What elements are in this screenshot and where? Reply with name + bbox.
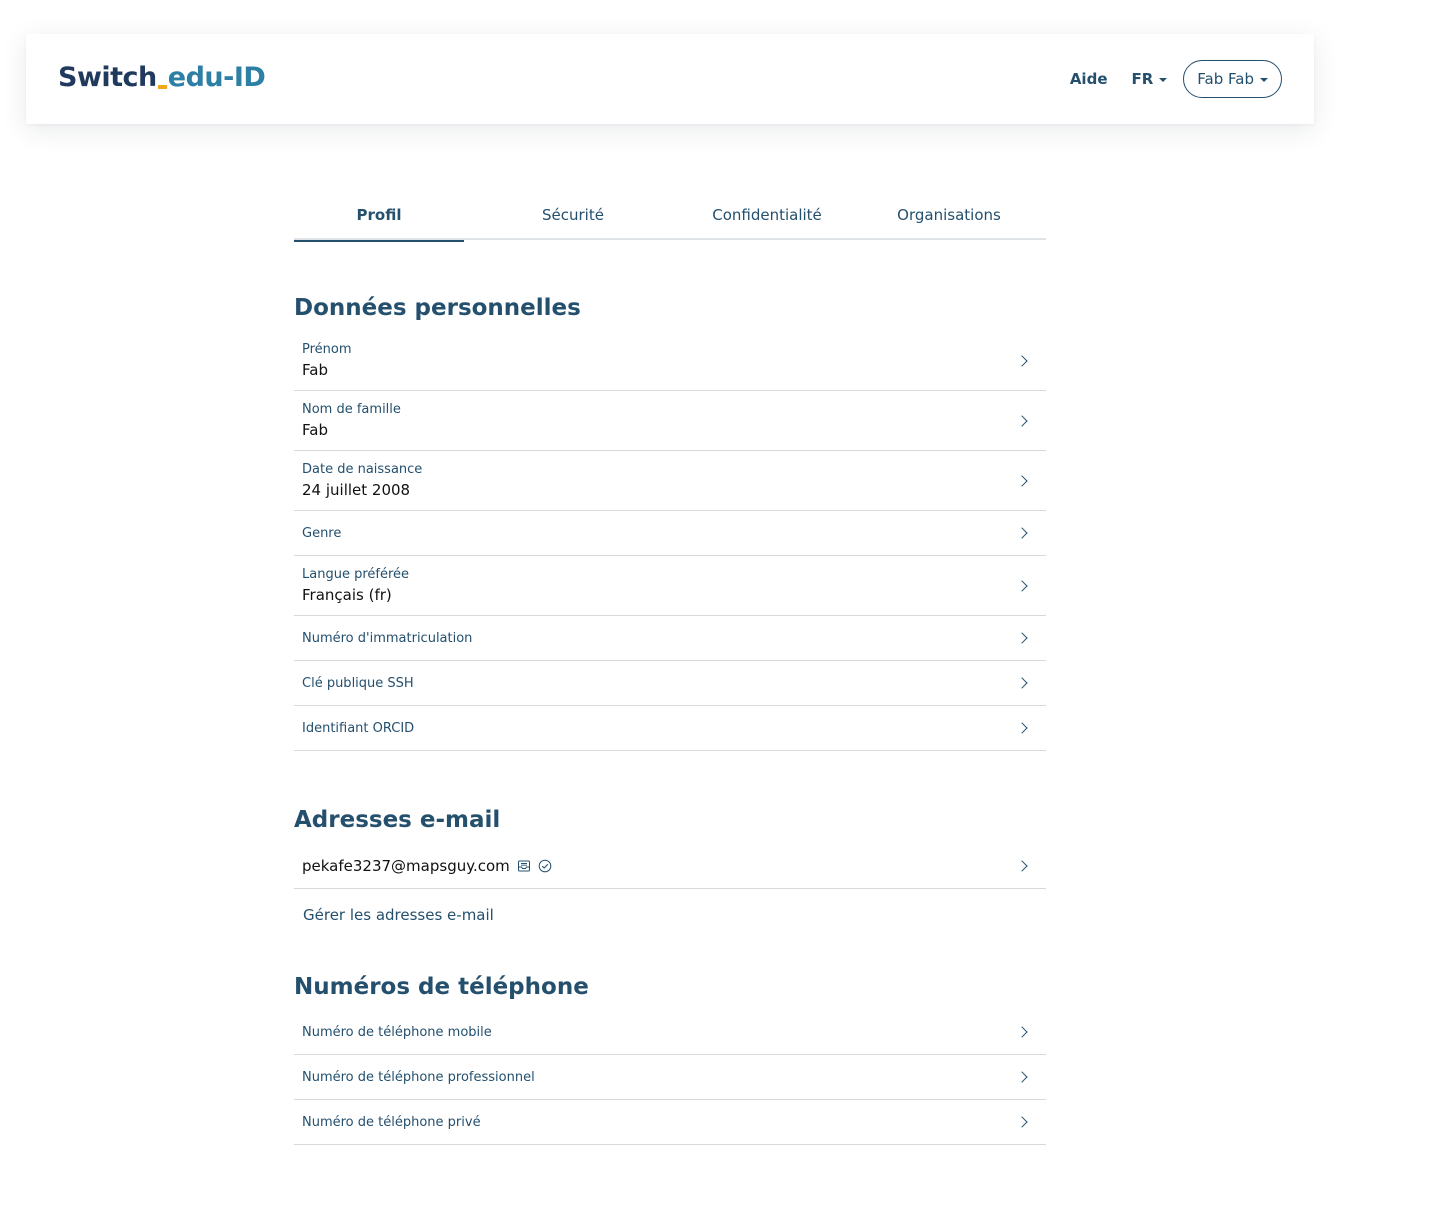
personal-data-list: Prénom Fab Nom de famille Fab Date de na… xyxy=(294,331,1046,751)
user-name: Fab Fab xyxy=(1197,70,1254,88)
row-orcid[interactable]: Identifiant ORCID xyxy=(294,706,1046,751)
field-label: Numéro de téléphone professionnel xyxy=(302,1069,535,1085)
field-label: Numéro d'immatriculation xyxy=(302,630,473,646)
tab-profile[interactable]: Profil xyxy=(294,190,464,242)
row-ssh-public-key[interactable]: Clé publique SSH xyxy=(294,661,1046,706)
row-private-phone[interactable]: Numéro de téléphone privé xyxy=(294,1100,1046,1145)
email-title: Adresses e-mail xyxy=(294,807,501,833)
row-work-phone[interactable]: Numéro de téléphone professionnel xyxy=(294,1055,1046,1100)
row-last-name[interactable]: Nom de famille Fab xyxy=(294,391,1046,451)
email-address: pekafe3237@mapsguy.com xyxy=(302,856,510,875)
tab-privacy[interactable]: Confidentialité xyxy=(682,190,852,240)
row-mobile-phone[interactable]: Numéro de téléphone mobile xyxy=(294,1010,1046,1055)
header-nav: Aide FR Fab Fab xyxy=(1070,60,1282,98)
tab-security[interactable]: Sécurité xyxy=(464,190,682,240)
logo-text-eduid: edu-ID xyxy=(167,62,266,93)
switch-edu-id-logo[interactable]: Switch edu-ID xyxy=(58,60,266,96)
field-label: Numéro de téléphone privé xyxy=(302,1114,481,1130)
field-label: Numéro de téléphone mobile xyxy=(302,1024,492,1040)
email-list: pekafe3237@mapsguy.com xyxy=(294,843,1046,889)
field-label: Prénom xyxy=(302,342,352,357)
field-value: 24 juillet 2008 xyxy=(302,481,411,499)
field-label: Nom de famille xyxy=(302,402,401,417)
caret-down-icon xyxy=(1159,78,1168,82)
logo-text-switch: Switch xyxy=(58,62,157,93)
row-gender[interactable]: Genre xyxy=(294,511,1046,556)
phone-numbers-title: Numéros de téléphone xyxy=(294,974,589,1000)
field-value: Français (fr) xyxy=(302,586,392,604)
language-label: FR xyxy=(1131,70,1154,88)
row-matriculation-number[interactable]: Numéro d'immatriculation xyxy=(294,616,1046,661)
user-menu-button[interactable]: Fab Fab xyxy=(1183,60,1282,98)
inbox-icon xyxy=(517,859,531,873)
row-preferred-language[interactable]: Langue préférée Français (fr) xyxy=(294,556,1046,616)
row-email[interactable]: pekafe3237@mapsguy.com xyxy=(294,843,1046,889)
caret-down-icon xyxy=(1260,78,1268,82)
field-label: Genre xyxy=(302,525,342,541)
row-birth-date[interactable]: Date de naissance 24 juillet 2008 xyxy=(294,451,1046,511)
language-dropdown[interactable]: FR xyxy=(1132,70,1168,88)
top-header: Switch edu-ID Aide FR Fab Fab xyxy=(26,34,1314,124)
logo-underscore xyxy=(157,85,167,89)
field-value: Fab xyxy=(302,361,328,379)
field-label: Clé publique SSH xyxy=(302,675,414,691)
profile-tabs: Profil Sécurité Confidentialité Organisa… xyxy=(294,190,1046,242)
email-line: pekafe3237@mapsguy.com xyxy=(302,857,1038,875)
help-link[interactable]: Aide xyxy=(1070,70,1108,88)
field-label: Langue préférée xyxy=(302,567,410,582)
profile-main: Profil Sécurité Confidentialité Organisa… xyxy=(294,190,1046,1145)
check-circle-icon xyxy=(538,859,552,873)
phone-list: Numéro de téléphone mobile Numéro de tél… xyxy=(294,1010,1046,1145)
manage-emails-link[interactable]: Gérer les adresses e-mail xyxy=(303,906,1046,924)
personal-data-title: Données personnelles xyxy=(294,295,581,321)
field-label: Identifiant ORCID xyxy=(302,720,415,736)
tab-organisations[interactable]: Organisations xyxy=(852,190,1046,240)
row-first-name[interactable]: Prénom Fab xyxy=(294,331,1046,391)
field-value: Fab xyxy=(302,421,328,439)
field-label: Date de naissance xyxy=(302,462,423,477)
